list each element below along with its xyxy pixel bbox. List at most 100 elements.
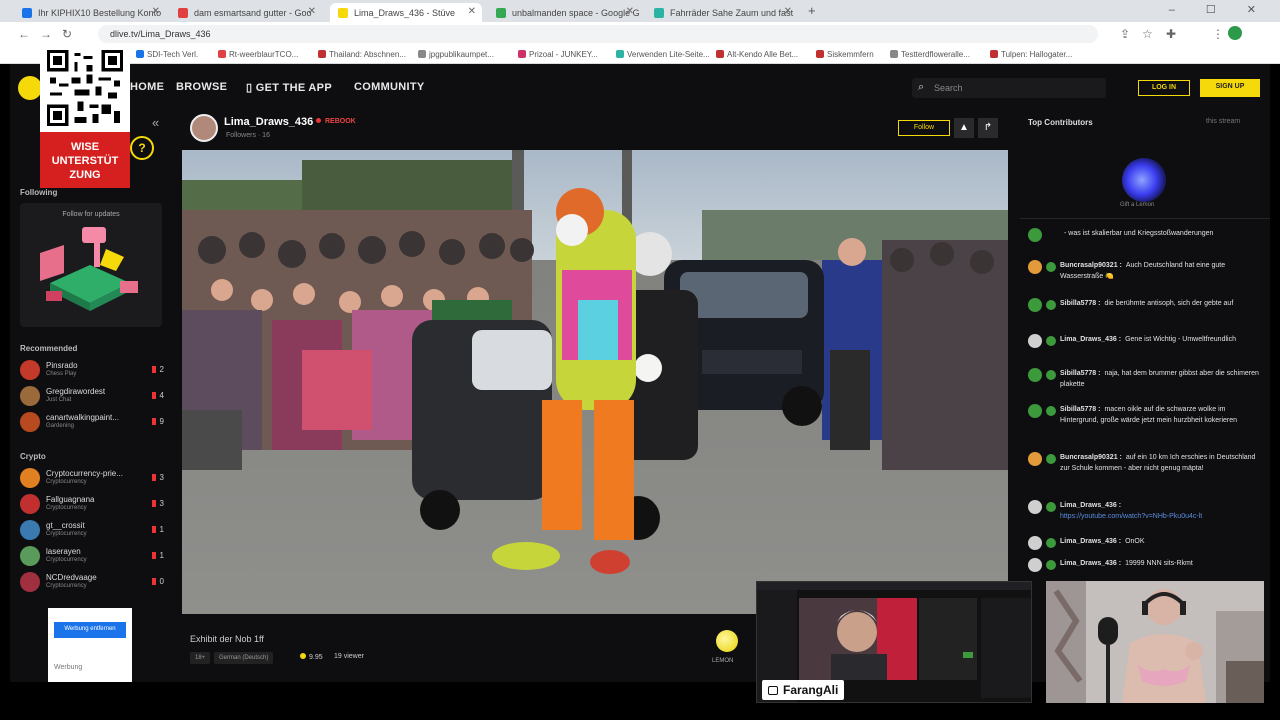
bookmark[interactable]: Tulpen: Hallogater...	[990, 50, 1072, 59]
star-icon[interactable]: ☆	[1142, 27, 1153, 41]
favicon-icon	[496, 8, 506, 18]
chat-message: Sibilla5778 : naja, hat dem brummer gibbs…	[1028, 368, 1264, 390]
lemon-count: 9.95	[300, 653, 323, 661]
menu-icon[interactable]: ⋮	[1212, 27, 1224, 41]
nav-label: GET THE APP	[255, 82, 332, 94]
sidebar-channel[interactable]: Pinsrado Chess Play 2	[20, 360, 170, 382]
browser-tab[interactable]: Ihr KIPHIX10 Bestellung Konto ✕	[14, 3, 166, 22]
tag-badge[interactable]: 18+	[190, 652, 211, 664]
chat-link[interactable]: https://youtube.com/watch?v=NHb-Pku0u4c-…	[1060, 513, 1202, 520]
chat-message: Lima_Draws_436 : 19999 NNN sits-Rkmt	[1028, 558, 1264, 572]
nav-home[interactable]: HOME	[130, 81, 164, 93]
sidebar-channel[interactable]: laserayen Cryptocurrency 1	[20, 546, 170, 568]
nav-get-the-app[interactable]: ▯ GET THE APP	[246, 81, 332, 94]
avatar	[1028, 452, 1042, 466]
nav-community[interactable]: COMMUNITY	[354, 81, 425, 93]
browser-tab-active[interactable]: Lima_Draws_436 - Stüve ✕	[330, 3, 482, 22]
avatar	[1028, 404, 1042, 418]
follow-button[interactable]: Follow	[898, 120, 950, 136]
bookmark[interactable]: Thailand: Abschnen...	[318, 50, 406, 59]
badge-icon	[1046, 336, 1056, 346]
signup-button[interactable]: SIGN UP	[1200, 79, 1260, 97]
badge-icon	[1046, 454, 1056, 464]
section-crypto: Crypto	[20, 452, 46, 461]
chat-message: Buncrasalp90321 : auf ein 10 km Ich ersch…	[1028, 452, 1264, 474]
close-icon[interactable]: ✕	[626, 6, 634, 17]
sidebar-channel[interactable]: NCDredvaage Cryptocurrency 0	[20, 572, 170, 594]
browser-tab[interactable]: dam esmartsand gutter - Goo ✕	[170, 3, 322, 22]
bookmark[interactable]: jpgpublikaumpet...	[418, 50, 494, 59]
address-bar[interactable]: dlive.tv/Lima_Draws_436	[98, 25, 1098, 43]
chat-username[interactable]: Lima_Draws_436 :	[1060, 538, 1121, 545]
chat-username[interactable]: Sibilla5778 :	[1060, 406, 1100, 413]
chat-username[interactable]: Sibilla5778 :	[1060, 300, 1100, 307]
bookmark[interactable]: Verwenden Lite-Seite...	[616, 50, 710, 59]
channel-category: Cryptocurrency	[46, 479, 87, 485]
back-icon[interactable]: ←	[18, 27, 30, 41]
chat-username[interactable]: Buncrasalp90321 :	[1060, 454, 1122, 461]
sidebar-channel[interactable]: Gregdirawordest Just Chat 4	[20, 386, 170, 408]
share-icon[interactable]: ↱	[978, 118, 998, 138]
reload-icon[interactable]: ↻	[62, 27, 72, 41]
ad-banner[interactable]: Werbung entfernen Werbung	[48, 608, 132, 682]
browser-tab[interactable]: unbalmanden space - Google G ✕	[488, 3, 640, 22]
bookmark[interactable]: Rt-weerblaurTCO...	[218, 50, 298, 59]
chat-username[interactable]: Lima_Draws_436 :	[1060, 336, 1121, 343]
sidebar-channel[interactable]: Fallguagnana Cryptocurrency 3	[20, 494, 170, 516]
lemon-icon[interactable]	[716, 630, 738, 652]
chat-title: Top Contributors	[1028, 118, 1093, 127]
new-tab-button[interactable]: +	[808, 3, 816, 18]
chat-text: OnOK	[1125, 538, 1145, 545]
close-icon[interactable]: ✕	[308, 6, 316, 17]
bookmark[interactable]: Testterdfloweralle...	[890, 50, 970, 59]
channel-category: Cryptocurrency	[46, 583, 87, 589]
dlive-logo[interactable]	[18, 76, 42, 100]
close-icon[interactable]: ✕	[152, 6, 160, 17]
streamer-name[interactable]: Lima_Draws_436	[224, 116, 313, 128]
close-icon[interactable]: ✕	[784, 6, 792, 17]
channel-category: Just Chat	[46, 397, 72, 403]
lemon-label: LEMON	[712, 658, 734, 664]
bookmark[interactable]: SDI-Tech Verl.	[136, 50, 198, 59]
viewer-count: 3	[152, 499, 164, 508]
bookmark[interactable]: Prizoal - JUNKEY...	[518, 50, 598, 59]
video-player[interactable]	[182, 150, 1008, 614]
tag-badge[interactable]: German (Deutsch)	[214, 652, 274, 664]
chat-username[interactable]: Lima_Draws_436 :	[1060, 560, 1121, 567]
chat-message: - was ist skalierbar und Kriegsstoßwande…	[1028, 228, 1264, 242]
chat-username[interactable]: Lima_Draws_436 :	[1060, 502, 1121, 509]
sidebar-channel[interactable]: Cryptocurrency-prie... Cryptocurrency 3	[20, 468, 170, 490]
browser-tab[interactable]: Fahrräder Sahe Zaum und fast ✕	[646, 3, 798, 22]
bookmark[interactable]: Siskemmfern	[816, 50, 874, 59]
url-text: dlive.tv/Lima_Draws_436	[110, 29, 211, 39]
help-icon[interactable]: ?	[130, 136, 154, 160]
sidebar-channel[interactable]: canartwalkingpaint... Gardening 9	[20, 412, 170, 434]
favicon-icon	[654, 8, 664, 18]
bookmark[interactable]: Alt-Kendo Alle Bet...	[716, 50, 798, 59]
profile-avatar[interactable]	[1228, 26, 1242, 40]
extensions-icon[interactable]: ✚	[1166, 27, 1176, 41]
contributors-filter[interactable]: this stream	[1206, 118, 1240, 125]
sidebar-channel[interactable]: gt__crossit Cryptocurrency 1	[20, 520, 170, 542]
forward-icon[interactable]: →	[40, 27, 52, 41]
gift-lemon-icon[interactable]	[1122, 158, 1166, 202]
share-icon[interactable]: ⇪	[1120, 27, 1130, 41]
streamer-avatar[interactable]	[190, 114, 218, 142]
webcam-overlay	[1046, 581, 1264, 703]
chat-username[interactable]: Buncrasalp90321 :	[1060, 262, 1122, 269]
avatar	[1028, 500, 1042, 514]
alert-icon[interactable]: ▲	[954, 118, 974, 138]
chat-username[interactable]: Sibilla5778 :	[1060, 370, 1100, 377]
window-controls[interactable]: – ☐ ✕	[1169, 3, 1270, 16]
login-button[interactable]: LOG IN	[1138, 80, 1190, 96]
remove-ads-button[interactable]: Werbung entfernen	[54, 622, 126, 638]
close-icon[interactable]: ✕	[468, 6, 476, 17]
nav-browse[interactable]: BROWSE	[176, 81, 227, 93]
collapse-sidebar-icon[interactable]: «	[152, 115, 159, 130]
wise-support-banner[interactable]: WISE UNTERSTÜT ZUNG	[40, 132, 130, 188]
chat-message: Lima_Draws_436 : https://youtube.com/watc…	[1028, 500, 1264, 522]
chat-divider	[1020, 218, 1270, 219]
search-input[interactable]: ⌕ Search	[912, 78, 1106, 98]
viewer-count: 4	[152, 391, 164, 400]
channel-name: laserayen	[46, 547, 81, 556]
